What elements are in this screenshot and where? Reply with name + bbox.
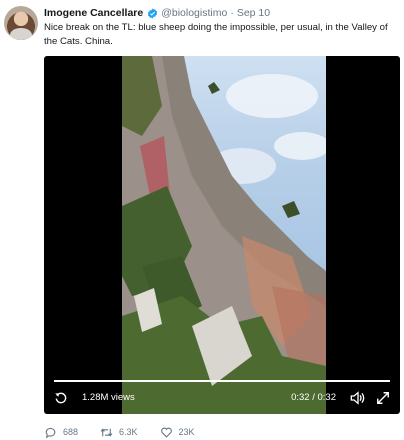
tweet-actions: 688 6.3K 23K (44, 424, 217, 440)
cliff-scene (122, 56, 326, 414)
video-time: 0:32 / 0:32 (291, 392, 336, 403)
retweet-icon (100, 427, 113, 437)
retweet-button[interactable]: 6.3K (100, 426, 138, 439)
like-icon (160, 427, 172, 438)
retweet-count: 6.3K (119, 427, 138, 437)
like-count: 23K (178, 427, 195, 437)
display-name[interactable]: Imogene Cancellare (44, 7, 143, 19)
progress-fill (54, 380, 390, 382)
video-frame (122, 56, 326, 414)
like-button[interactable]: 23K (160, 426, 195, 439)
progress-bar[interactable] (54, 380, 390, 382)
tweet-header: Imogene Cancellare @biologistimo · Sep 1… (44, 5, 270, 21)
user-handle[interactable]: @biologistimo (161, 7, 227, 19)
tweet-date[interactable]: Sep 10 (237, 7, 270, 19)
view-count: 1.28M views (82, 392, 135, 403)
reply-button[interactable]: 688 (44, 426, 78, 439)
replay-icon[interactable] (54, 391, 68, 405)
video-player[interactable]: 1.28M views 0:32 / 0:32 (44, 56, 400, 414)
header-separator: · (230, 7, 234, 19)
reply-icon (45, 427, 56, 439)
tweet-text: Nice break on the TL: blue sheep doing t… (44, 22, 388, 47)
volume-icon[interactable] (350, 391, 366, 405)
video-controls: 1.28M views 0:32 / 0:32 (44, 372, 400, 414)
verified-badge-icon (148, 7, 158, 19)
reply-count: 688 (63, 427, 79, 437)
avatar[interactable] (4, 6, 38, 40)
fullscreen-icon[interactable] (376, 391, 390, 405)
tweet-card[interactable]: Imogene Cancellare @biologistimo · Sep 1… (0, 0, 404, 440)
